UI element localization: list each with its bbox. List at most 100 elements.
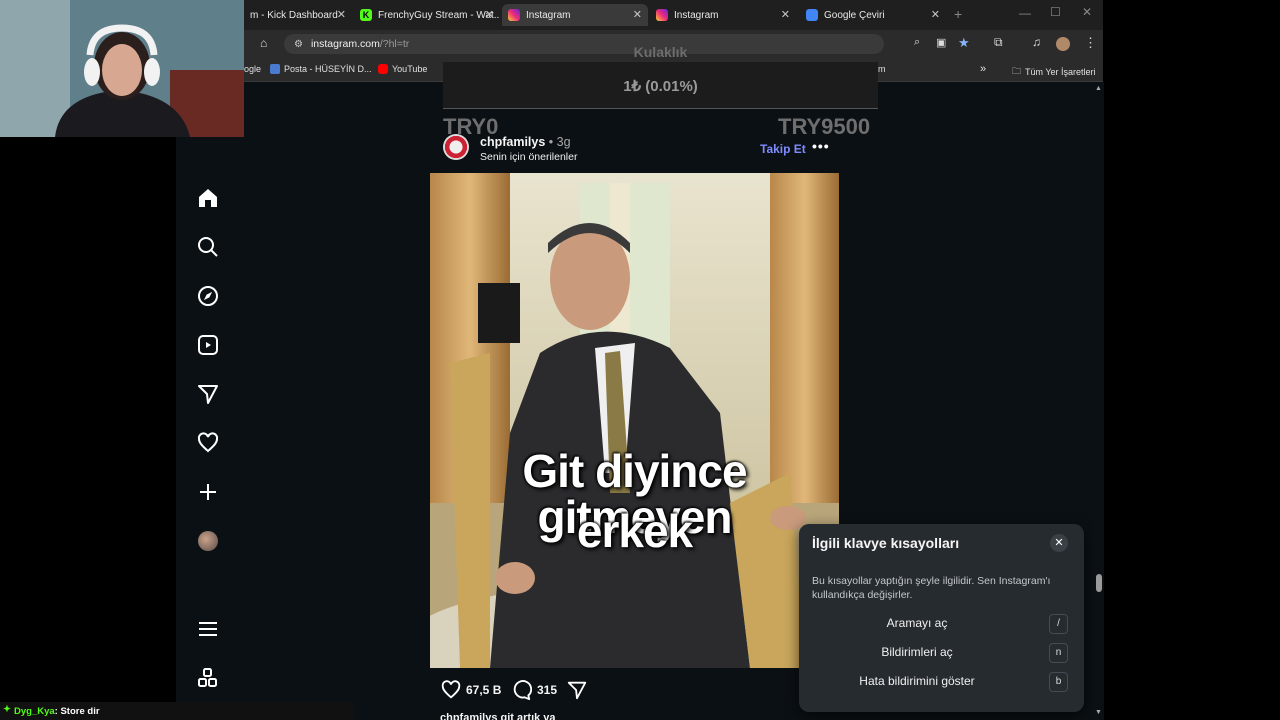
- also-from-meta-icon[interactable]: [196, 666, 220, 690]
- search-icon[interactable]: [196, 235, 220, 259]
- post-caption-preview: chpfamilys git artık ya: [440, 712, 556, 720]
- shortcut-key: /: [1049, 614, 1068, 634]
- bookmark-star-icon[interactable]: ★: [958, 35, 970, 51]
- shortcut-label: Bildirimleri aç: [881, 645, 953, 659]
- close-icon[interactable]: ✕: [337, 8, 346, 21]
- more-menu-icon[interactable]: [196, 617, 220, 641]
- comment-icon[interactable]: [510, 679, 532, 701]
- url-domain: instagram.com: [310, 38, 380, 50]
- reels-icon[interactable]: [196, 333, 220, 357]
- post-header-line: chpfamilys • 3g: [480, 135, 571, 149]
- new-tab-icon[interactable]: +: [954, 6, 962, 22]
- explore-icon[interactable]: [196, 284, 220, 308]
- chat-username: Dyg_Kya: [14, 706, 55, 717]
- browser-tab-bar: m - Kick Dashboard ✕ K FrenchyGuy Stream…: [244, 0, 1103, 30]
- profile-avatar[interactable]: [1056, 37, 1070, 51]
- profile-avatar[interactable]: [198, 531, 218, 551]
- share-icon[interactable]: [566, 679, 588, 701]
- messages-icon[interactable]: [196, 382, 220, 406]
- browser-tab[interactable]: m - Kick Dashboard ✕: [244, 4, 352, 26]
- zoom-icon[interactable]: ⌕: [914, 36, 920, 49]
- like-heart-icon[interactable]: [440, 679, 462, 701]
- window-close-icon[interactable]: ✕: [1082, 5, 1092, 19]
- post-image-caption-line2: erkek: [576, 505, 693, 557]
- webcam-illustration: [0, 0, 244, 137]
- chat-message: : Store dir: [54, 706, 100, 717]
- goal-max-label: TRY9500: [778, 114, 871, 139]
- post-author-avatar[interactable]: [443, 134, 469, 160]
- post-options-icon[interactable]: •••: [812, 138, 830, 154]
- youtube-icon: [378, 64, 388, 74]
- bookmark-label: YouTube: [392, 64, 428, 74]
- shortcut-label: Hata bildirimini göster: [859, 674, 975, 688]
- folder-icon: 🗀: [1012, 66, 1022, 76]
- instagram-icon: [508, 9, 520, 21]
- shortcut-row[interactable]: Hata bildirimini göster b: [799, 671, 1084, 693]
- close-icon[interactable]: ✕: [781, 8, 790, 21]
- bookmark-item[interactable]: ogle: [244, 64, 261, 74]
- close-icon[interactable]: ✕: [931, 8, 940, 21]
- home-icon[interactable]: ⌂: [260, 36, 267, 50]
- donation-goal-overlay: Kulaklık 1₺ (0.01%): [443, 44, 878, 109]
- browser-menu-icon[interactable]: ⋮: [1084, 35, 1097, 51]
- scroll-down-icon[interactable]: ▼: [1095, 709, 1102, 716]
- shortcut-row[interactable]: Aramayı aç /: [799, 613, 1084, 635]
- tab-title: FrenchyGuy Stream - Wat...: [378, 9, 500, 21]
- like-count: 67,5 B: [466, 683, 502, 697]
- comment-count: 315: [537, 683, 558, 697]
- follow-button[interactable]: Takip Et: [760, 142, 806, 156]
- tab-title: Instagram: [526, 9, 571, 21]
- browser-tab-active[interactable]: Instagram ✕: [502, 4, 648, 26]
- all-bookmarks-label: Tüm Yer İşaretleri: [1025, 67, 1096, 77]
- bookmark-label: ogle: [244, 64, 262, 74]
- browser-tab[interactable]: Google Çeviri ✕: [800, 4, 946, 26]
- close-icon[interactable]: ✕: [485, 8, 494, 21]
- bookmark-item[interactable]: YouTube: [378, 64, 427, 74]
- close-icon[interactable]: ✕: [1050, 534, 1068, 552]
- bookmark-item[interactable]: Posta - HÜSEYİN D...: [270, 64, 372, 74]
- more-bookmarks-icon[interactable]: »: [980, 63, 986, 75]
- tab-title: m - Kick Dashboard: [250, 9, 338, 21]
- goal-amount: 1₺ (0.01%): [623, 78, 698, 95]
- tab-title: Google Çeviri: [824, 9, 885, 21]
- kick-icon: K: [360, 9, 372, 21]
- cast-icon[interactable]: ▣: [936, 36, 946, 49]
- browser-tab[interactable]: K FrenchyGuy Stream - Wat... ✕: [354, 4, 500, 26]
- streamer-webcam: [0, 0, 244, 137]
- bookmark-label: Posta - HÜSEYİN D...: [284, 64, 372, 74]
- notifications-heart-icon[interactable]: [196, 431, 220, 455]
- post-subtitle: Senin için önerilenler: [480, 151, 578, 163]
- tab-title: Instagram: [674, 9, 719, 21]
- extensions-icon[interactable]: ⧉: [994, 35, 1003, 50]
- page-scrollbar[interactable]: ▲ ▼: [1094, 82, 1104, 720]
- post-time: • 3g: [548, 135, 571, 149]
- close-icon[interactable]: ✕: [633, 8, 642, 21]
- site-info-icon[interactable]: ⚙: [294, 39, 303, 50]
- media-icon[interactable]: ♫: [1032, 35, 1041, 49]
- browser-tab[interactable]: Instagram ✕: [650, 4, 796, 26]
- chat-line: Dyg_Kya: Store dir: [14, 706, 100, 717]
- bookmark-label: m: [878, 64, 886, 74]
- home-icon[interactable]: [196, 186, 220, 210]
- create-plus-icon[interactable]: [196, 480, 220, 504]
- instagram-icon: [656, 9, 668, 21]
- bookmark-item[interactable]: m: [878, 64, 886, 74]
- google-translate-icon: [806, 9, 818, 21]
- post-username[interactable]: chpfamilys: [480, 135, 545, 149]
- post-photo-illustration: [430, 173, 839, 668]
- maximize-icon[interactable]: ☐: [1050, 5, 1061, 19]
- popup-title: İlgili klavye kısayolları: [812, 535, 960, 551]
- shortcut-row[interactable]: Bildirimleri aç n: [799, 642, 1084, 664]
- post-image[interactable]: Git diyince gitmeyen erkek: [430, 173, 839, 668]
- minimize-icon[interactable]: —: [1019, 6, 1031, 20]
- stream-chat-message: ✦ Dyg_Kya: Store dir: [0, 702, 354, 720]
- mail-icon: [270, 64, 280, 74]
- goal-title: Kulaklık: [633, 44, 688, 60]
- chat-badge-icon: ✦: [3, 704, 11, 715]
- shortcut-label: Aramayı aç: [886, 616, 948, 630]
- shortcut-key: n: [1049, 643, 1068, 663]
- all-bookmarks-folder[interactable]: 🗀 Tüm Yer İşaretleri: [1012, 64, 1096, 80]
- scroll-up-icon[interactable]: ▲: [1095, 85, 1102, 92]
- keyboard-shortcuts-popup: İlgili klavye kısayolları ✕ Bu kısayolla…: [799, 524, 1084, 712]
- scrollbar-thumb[interactable]: [1096, 574, 1102, 592]
